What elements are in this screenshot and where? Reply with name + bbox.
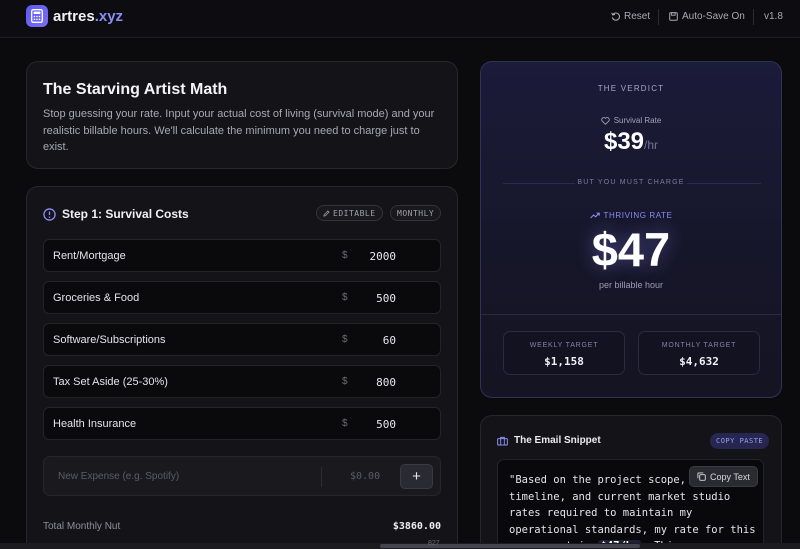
intro-card: The Starving Artist Math Stop guessing y…: [26, 61, 458, 169]
period-label: MONTHLY: [397, 208, 435, 218]
editable-label: EDITABLE: [333, 208, 376, 218]
footer-page-label: 827: [428, 540, 440, 547]
thriving-rate-label: THRIVING RATE: [481, 211, 781, 220]
bottom-scrollbar[interactable]: 827: [0, 540, 800, 549]
plus-icon: +: [412, 468, 421, 485]
header-divider: [658, 9, 659, 25]
add-expense-button[interactable]: +: [400, 464, 433, 489]
expense-label: Software/Subscriptions: [53, 334, 166, 346]
weekly-target-label: WEEKLY TARGET: [529, 342, 599, 349]
expense-row[interactable]: Groceries & Food $ 500: [43, 281, 441, 314]
weekly-target-box: WEEKLY TARGET $1,158: [503, 331, 625, 375]
expense-amount-input[interactable]: 60: [383, 334, 396, 347]
new-expense-name-input[interactable]: New Expense (e.g. Spotify): [58, 471, 179, 482]
header-divider: [753, 9, 754, 25]
scroll-thumb[interactable]: [380, 544, 640, 548]
reset-icon: [611, 12, 620, 21]
currency-symbol: $: [342, 376, 348, 387]
reset-button[interactable]: Reset: [611, 11, 650, 22]
expense-amount-input[interactable]: 800: [376, 376, 396, 389]
editable-badge: EDITABLE: [316, 205, 383, 221]
step1-title: Step 1: Survival Costs: [62, 207, 189, 221]
expense-row[interactable]: Rent/Mortgage $ 2000: [43, 239, 441, 272]
copy-icon: [697, 472, 706, 481]
total-value: $3860.00: [392, 521, 441, 532]
expense-amount-input[interactable]: 2000: [370, 250, 397, 263]
copy-text-label: Copy Text: [710, 471, 750, 482]
briefcase-icon: [497, 436, 508, 446]
email-heading: The Email Snippet: [497, 435, 601, 446]
total-label: Total Monthly Nut: [43, 521, 121, 532]
thriving-rate-value: $47: [591, 223, 671, 276]
monthly-target-box: MONTHLY TARGET $4,632: [638, 331, 760, 375]
top-bar: artres.xyz Reset Auto-Save On v1.8: [0, 0, 800, 38]
pencil-icon: [323, 209, 330, 217]
reset-label: Reset: [624, 11, 651, 22]
expense-amount-input[interactable]: 500: [376, 292, 396, 305]
weekly-target-value: $1,158: [544, 355, 584, 368]
copy-text-button[interactable]: Copy Text: [689, 466, 758, 487]
survival-unit: /hr: [644, 138, 659, 152]
brand-main: artres: [53, 8, 95, 25]
page-title: The Starving Artist Math: [43, 81, 228, 98]
survival-rate-value: $39/hr: [481, 128, 781, 156]
verdict-card: THE VERDICT Survival Rate $39/hr BUT YOU…: [480, 61, 782, 398]
intro-description: Stop guessing your rate. Input your actu…: [43, 108, 435, 153]
brand-tld: .xyz: [94, 8, 124, 25]
email-snippet-card: The Email Snippet COPY PASTE "Based on t…: [480, 415, 782, 549]
expense-label: Tax Set Aside (25-30%): [53, 376, 168, 388]
email-title: The Email Snippet: [514, 435, 601, 446]
verdict-heading: THE VERDICT: [597, 84, 665, 93]
survival-label-text: Survival Rate: [613, 116, 662, 125]
input-divider: [321, 467, 322, 487]
copy-paste-badge[interactable]: COPY PASTE: [710, 433, 770, 449]
version-text: v1.8: [764, 11, 783, 22]
period-badge[interactable]: MONTHLY: [390, 205, 442, 221]
step1-heading: Step 1: Survival Costs: [43, 207, 189, 221]
heart-icon: [600, 116, 610, 125]
monthly-target-label: MONTHLY TARGET: [661, 342, 737, 349]
expense-row[interactable]: Software/Subscriptions $ 60: [43, 323, 441, 356]
autosave-label: Auto-Save On: [682, 11, 745, 22]
survival-rate-label: Survival Rate: [481, 116, 781, 125]
save-icon: [669, 12, 678, 21]
divider-line: [481, 314, 781, 315]
expense-label: Health Insurance: [53, 418, 137, 430]
expense-label: Rent/Mortgage: [53, 250, 126, 262]
thriving-label-text: THRIVING RATE: [603, 211, 673, 220]
monthly-target-value: $4,632: [679, 355, 719, 368]
currency-symbol: $: [342, 418, 348, 429]
divider-line: [687, 183, 761, 184]
calculator-logo-icon[interactable]: [26, 5, 48, 27]
expense-amount-input[interactable]: 500: [376, 418, 396, 431]
new-expense-row: New Expense (e.g. Spotify) $0.00 +: [43, 456, 441, 496]
info-circle-icon: [43, 207, 56, 221]
new-expense-amount-input[interactable]: $0.00: [350, 471, 380, 482]
brand-name[interactable]: artres.xyz: [53, 8, 123, 25]
currency-symbol: $: [342, 334, 348, 345]
currency-symbol: $: [342, 292, 348, 303]
per-hour-label: per billable hour: [598, 280, 664, 290]
expense-row[interactable]: Tax Set Aside (25-30%) $ 800: [43, 365, 441, 398]
trending-up-icon: [589, 212, 600, 219]
survival-costs-card: Step 1: Survival Costs EDITABLE MONTHLY …: [26, 186, 458, 549]
version-label: v1.8: [764, 11, 783, 22]
currency-symbol: $: [342, 250, 348, 261]
expense-row[interactable]: Health Insurance $ 500: [43, 407, 441, 440]
autosave-toggle[interactable]: Auto-Save On: [669, 11, 745, 22]
survival-amount: $39: [603, 128, 645, 155]
expense-label: Groceries & Food: [53, 292, 140, 304]
